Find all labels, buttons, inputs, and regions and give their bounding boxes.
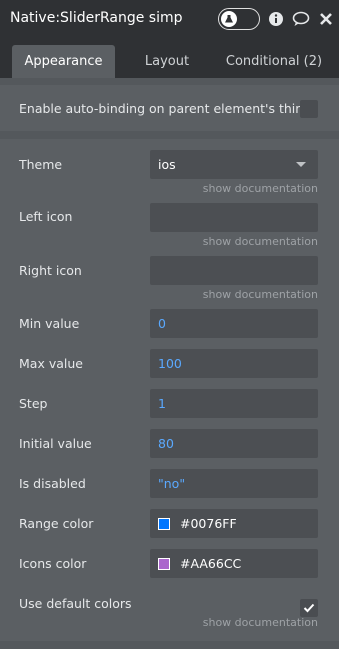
range-color-picker[interactable]: #0076FF (150, 509, 318, 538)
icons-color-label: Icons color (19, 556, 87, 571)
autobinding-label: Enable auto-binding on parent element's … (19, 101, 312, 116)
is-disabled-label: Is disabled (19, 476, 86, 491)
chevron-down-icon (296, 162, 306, 167)
initial-value-label: Initial value (19, 436, 92, 451)
step-label: Step (19, 396, 48, 411)
use-default-colors-label: Use default colors (19, 596, 132, 611)
theme-dropdown[interactable]: ios (150, 150, 318, 179)
tab-bar: Appearance Layout Conditional (2) (0, 38, 339, 78)
flask-icon (221, 11, 237, 27)
autobinding-row: Enable auto-binding on parent element's … (0, 85, 339, 131)
left-icon-doc-link[interactable]: show documentation (203, 235, 318, 248)
checkmark-icon (303, 603, 315, 613)
min-value-input[interactable]: 0 (150, 309, 318, 338)
tab-conditional[interactable]: Conditional (2) (218, 45, 330, 78)
max-value-input[interactable]: 100 (150, 349, 318, 378)
theme-doc-link[interactable]: show documentation (203, 182, 318, 195)
theme-label: Theme (19, 157, 63, 172)
element-title[interactable]: Native:SliderRange simp (10, 10, 183, 26)
min-value-label: Min value (19, 316, 80, 331)
is-disabled-input[interactable]: "no" (150, 469, 318, 498)
inspect-toggle[interactable] (218, 8, 260, 30)
right-icon-doc-link[interactable]: show documentation (203, 288, 318, 301)
theme-value: ios (158, 157, 176, 172)
range-color-label: Range color (19, 516, 94, 531)
icons-color-picker[interactable]: #AA66CC (150, 549, 318, 578)
use-default-colors-checkbox[interactable] (300, 599, 318, 617)
left-icon-input[interactable] (150, 203, 318, 232)
range-color-value: #0076FF (180, 516, 237, 531)
max-value-label: Max value (19, 356, 83, 371)
left-icon-label: Left icon (19, 209, 73, 224)
info-icon[interactable] (268, 11, 284, 27)
tab-layout[interactable]: Layout (128, 45, 206, 78)
icons-color-swatch[interactable] (158, 557, 170, 570)
tab-appearance[interactable]: Appearance (12, 45, 115, 78)
title-bar: Native:SliderRange simp (0, 0, 339, 38)
initial-value-input[interactable]: 80 (150, 429, 318, 458)
close-icon[interactable] (319, 11, 335, 27)
right-icon-input[interactable] (150, 256, 318, 285)
properties-section: Theme ios show documentation Left icon s… (0, 139, 339, 641)
autobinding-checkbox[interactable] (300, 100, 318, 118)
range-color-swatch[interactable] (158, 517, 170, 530)
step-input[interactable]: 1 (150, 389, 318, 418)
icons-color-value: #AA66CC (180, 556, 242, 571)
right-icon-label: Right icon (19, 263, 82, 278)
comment-icon[interactable] (292, 11, 310, 27)
use-default-colors-doc-link[interactable]: show documentation (203, 616, 318, 629)
